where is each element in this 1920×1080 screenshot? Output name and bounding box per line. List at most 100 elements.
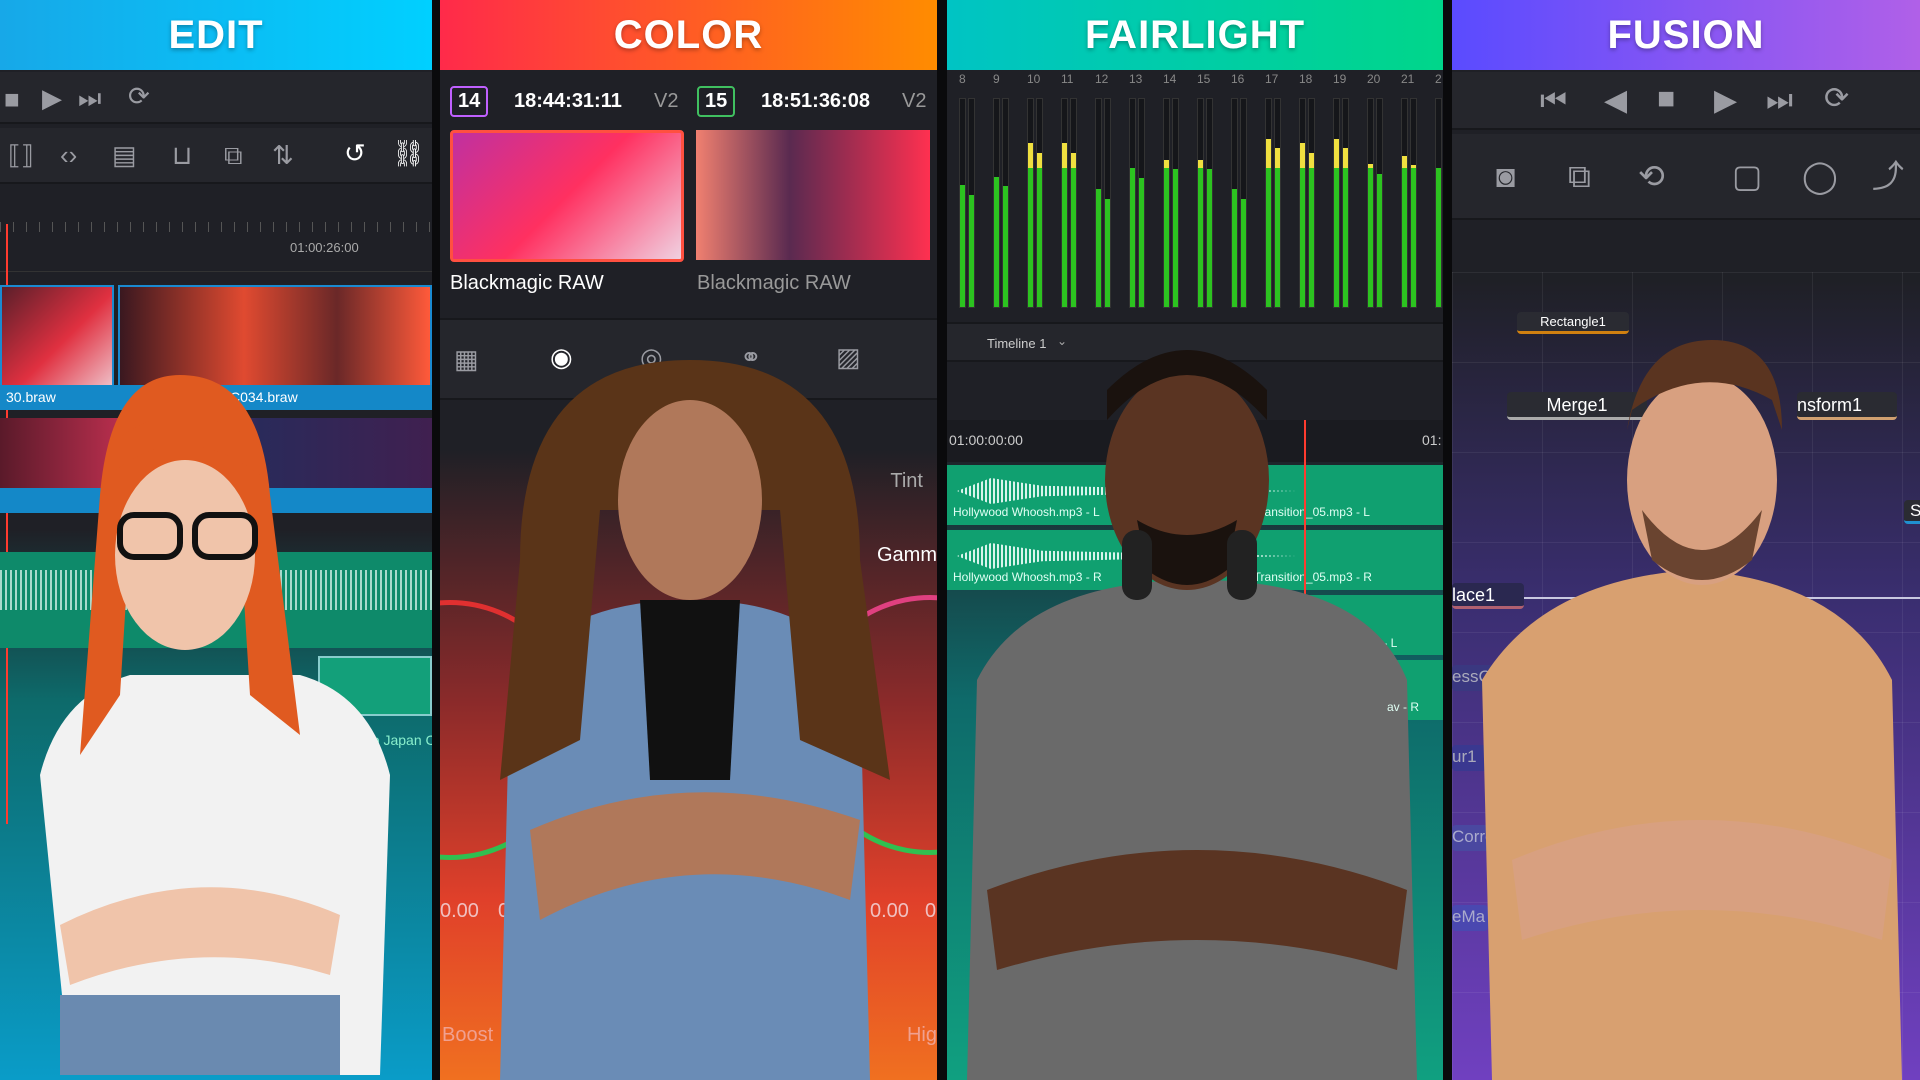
meter-bar bbox=[1401, 98, 1408, 308]
meter-bar bbox=[1308, 98, 1315, 308]
channel-number: 13 bbox=[1129, 72, 1143, 86]
channel-number: 12 bbox=[1095, 72, 1109, 86]
color-panel: COLOR 14 18:44:31:11 V2 15 18:51:36:08 V… bbox=[440, 0, 937, 1080]
loop-icon[interactable]: ⟳ bbox=[128, 83, 150, 109]
clip-track: V2 bbox=[654, 90, 679, 112]
meter-bar bbox=[1104, 98, 1111, 308]
channel-number: 18 bbox=[1299, 72, 1313, 86]
channel-number: 15 bbox=[1197, 72, 1211, 86]
clip-track: V2 bbox=[902, 90, 927, 112]
meter-bar bbox=[968, 98, 975, 308]
timeline-ruler[interactable] bbox=[0, 222, 432, 272]
fairlight-header: FAIRLIGHT bbox=[947, 0, 1443, 70]
meter-bar bbox=[1172, 98, 1179, 308]
channel-number: 17 bbox=[1265, 72, 1279, 86]
clip-thumbnail[interactable] bbox=[696, 130, 930, 260]
meter-bar bbox=[1129, 98, 1136, 308]
ellipse-mask-icon[interactable]: ◯ bbox=[1802, 160, 1838, 192]
meter-bar bbox=[1027, 98, 1034, 308]
clip-timecode: 18:44:31:11 bbox=[514, 90, 622, 112]
meter-bar bbox=[1163, 98, 1170, 308]
channel-number: 10 bbox=[1027, 72, 1041, 86]
insert-icon[interactable]: ⊔ bbox=[172, 142, 192, 168]
meter-bar bbox=[1070, 98, 1077, 308]
channel-number: 14 bbox=[1163, 72, 1177, 86]
meter-bar bbox=[1274, 98, 1281, 308]
fusion-toolbar: ◙ ⧉ ⟲ ▢ ◯ ⤴ bbox=[1452, 134, 1920, 220]
snapping-icon[interactable]: ↺ bbox=[344, 140, 366, 166]
meter-bar bbox=[1333, 98, 1340, 308]
meter-bar bbox=[1197, 98, 1204, 308]
resize-icon[interactable]: ⧉ bbox=[1568, 160, 1591, 192]
meter-bar bbox=[1299, 98, 1306, 308]
play-icon[interactable]: ▶ bbox=[1714, 86, 1737, 116]
meter-bar bbox=[1061, 98, 1068, 308]
skip-forward-icon[interactable]: ⏭ bbox=[1766, 86, 1793, 116]
bspline-icon[interactable]: ⤴ bbox=[1872, 160, 1904, 192]
channel-number: 20 bbox=[1367, 72, 1381, 86]
timeline-selector[interactable]: Timeline 1 bbox=[987, 336, 1046, 351]
transport-bar: ⏮ ◀ ■ ▶ ⏭ ⟳ bbox=[1452, 72, 1920, 130]
overwrite-icon[interactable]: ⧉ bbox=[224, 142, 243, 168]
transport-bar: ■ ▶ ⏭ ⟳ bbox=[0, 72, 432, 124]
link-icon[interactable]: ⛓ bbox=[392, 140, 425, 166]
fusion-header: FUSION bbox=[1452, 0, 1920, 70]
transform-icon[interactable]: ⟲ bbox=[1638, 160, 1665, 192]
meter-bar bbox=[1376, 98, 1383, 308]
person-photo bbox=[967, 350, 1417, 1080]
meter-bar bbox=[1095, 98, 1102, 308]
meter-bar bbox=[1002, 98, 1009, 308]
person-photo bbox=[1482, 340, 1902, 1080]
stop-icon[interactable]: ■ bbox=[4, 86, 20, 112]
stop-icon[interactable]: ■ bbox=[1657, 84, 1675, 114]
rectangle-mask-icon[interactable]: ▢ bbox=[1732, 160, 1762, 192]
clip-number[interactable]: 15 bbox=[697, 86, 736, 117]
audio-meters: 8 9 10 11 12 13 14 15 16 17 18 19 20 21 2 bbox=[947, 70, 1443, 320]
channel-number: 8 bbox=[959, 72, 966, 86]
skip-back-icon[interactable]: ⏮ bbox=[1540, 86, 1567, 116]
node-rectangle1[interactable]: Rectangle1 bbox=[1517, 312, 1629, 334]
clip-label: Blackmagic RAW bbox=[697, 272, 851, 294]
channel-number: 16 bbox=[1231, 72, 1245, 86]
meter-bar bbox=[1206, 98, 1213, 308]
audio-clip-label: av - R bbox=[1387, 700, 1420, 714]
clip-number[interactable]: 14 bbox=[450, 86, 489, 117]
skip-forward-icon[interactable]: ⏭ bbox=[78, 85, 101, 111]
clip-thumbnail-selected[interactable] bbox=[450, 130, 684, 262]
play-icon[interactable]: ▶ bbox=[42, 85, 62, 111]
edit-header: EDIT bbox=[0, 0, 432, 70]
meter-bar bbox=[1367, 98, 1374, 308]
meter-bar bbox=[1036, 98, 1043, 308]
background-icon[interactable]: ◙ bbox=[1496, 160, 1515, 192]
step-back-icon[interactable]: ◀ bbox=[1604, 86, 1627, 116]
channel-number: 11 bbox=[1061, 72, 1074, 86]
fusion-panel: FUSION ⏮ ◀ ■ ▶ ⏭ ⟳ ◙ ⧉ ⟲ ▢ ◯ ⤴ Rectangle… bbox=[1452, 0, 1920, 1080]
meter-bar bbox=[1342, 98, 1349, 308]
ruler-timecode: 01:00:26:00 bbox=[290, 240, 359, 255]
meter-bar bbox=[993, 98, 1000, 308]
channel-number: 9 bbox=[993, 72, 1000, 86]
person-photo bbox=[40, 375, 390, 1075]
trim-icon[interactable]: ⟦⟧ bbox=[8, 142, 34, 168]
clip-timecode: 18:51:36:08 bbox=[761, 90, 870, 112]
channel-number: 21 bbox=[1401, 72, 1415, 86]
dynamic-trim-icon[interactable]: ‹› bbox=[60, 142, 77, 168]
loop-icon[interactable]: ⟳ bbox=[1824, 84, 1849, 114]
fairlight-panel: FAIRLIGHT 8 9 10 11 12 13 14 15 16 17 18 19 20 21 2 Ti… bbox=[947, 0, 1443, 1080]
meter-bar bbox=[959, 98, 966, 308]
chevron-down-icon[interactable]: ⌄ bbox=[1057, 334, 1067, 348]
edit-panel: EDIT ■ ▶ ⏭ ⟳ ⟦⟧ ‹› ▤ ⊔ ⧉ ⇅ ↺ ⛓ 01:00:26:… bbox=[0, 0, 432, 1080]
color-header: COLOR bbox=[440, 0, 937, 70]
replace-icon[interactable]: ⇅ bbox=[272, 142, 294, 168]
clip-label: Blackmagic RAW bbox=[450, 272, 604, 294]
meter-bar bbox=[1138, 98, 1145, 308]
meter-bar bbox=[1231, 98, 1238, 308]
edit-toolbar: ⟦⟧ ‹› ▤ ⊔ ⧉ ⇅ ↺ ⛓ bbox=[0, 128, 432, 184]
meter-bar bbox=[1240, 98, 1247, 308]
person-photo bbox=[500, 360, 890, 1080]
meter-bar bbox=[1265, 98, 1272, 308]
meter-bar bbox=[1410, 98, 1417, 308]
channel-number: 2 bbox=[1435, 72, 1442, 86]
blade-icon[interactable]: ▤ bbox=[112, 142, 137, 168]
meter-bar bbox=[1435, 98, 1442, 308]
